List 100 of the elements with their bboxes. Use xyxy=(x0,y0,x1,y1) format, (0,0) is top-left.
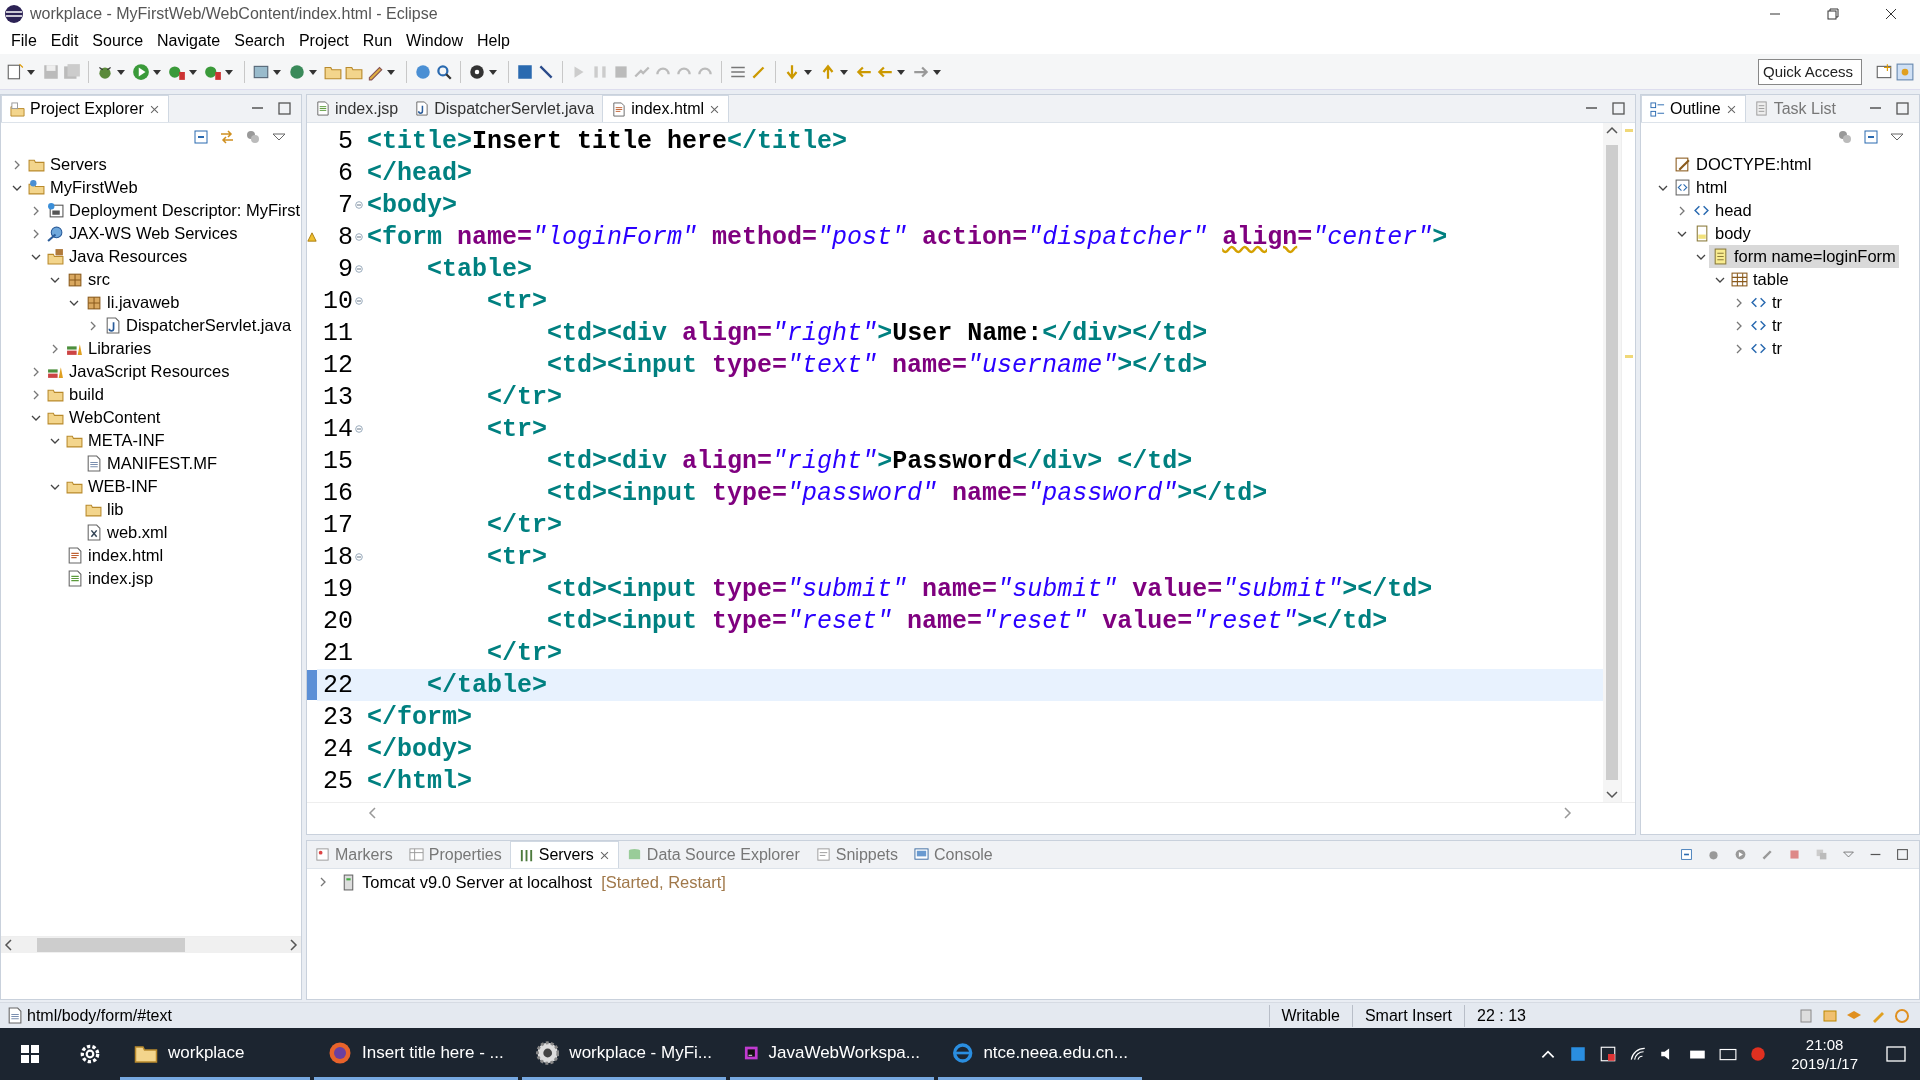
stop-icon[interactable] xyxy=(1788,848,1801,861)
caret-icon[interactable] xyxy=(804,67,812,76)
chevron-right-icon[interactable] xyxy=(1734,297,1744,308)
maximize-icon[interactable] xyxy=(1612,102,1625,115)
caret-icon[interactable] xyxy=(489,67,497,76)
taskbar-button[interactable]: JavaWebWorkspa... xyxy=(730,1028,934,1080)
scrollbar-thumb[interactable] xyxy=(37,938,185,952)
chevron-right-icon[interactable] xyxy=(318,877,328,887)
tree-item[interactable]: lib xyxy=(82,498,127,521)
new-class-icon[interactable] xyxy=(288,62,306,81)
maximize-icon[interactable] xyxy=(278,102,291,115)
profile-icon[interactable] xyxy=(1761,848,1774,861)
taskbar-button[interactable]: Insert title here - ... xyxy=(314,1028,518,1080)
quick-access-field[interactable]: Quick Access xyxy=(1758,58,1862,85)
security-icon[interactable] xyxy=(1599,1045,1618,1063)
wifi-icon[interactable] xyxy=(1629,1045,1648,1063)
view-tab[interactable]: Outline xyxy=(1641,95,1746,122)
chevron-right-icon[interactable] xyxy=(31,205,41,216)
menu-item[interactable]: Project xyxy=(291,32,356,50)
view-tab[interactable]: Properties xyxy=(400,841,510,868)
chevron-right-icon[interactable] xyxy=(12,159,22,170)
windows-start-icon[interactable] xyxy=(20,1044,40,1064)
tree-item[interactable]: tr xyxy=(1747,291,1786,314)
collapse-all-icon[interactable] xyxy=(1863,129,1879,145)
caret-icon[interactable] xyxy=(273,67,281,76)
chevron-right-icon[interactable] xyxy=(1677,205,1687,216)
menu-item[interactable]: Window xyxy=(399,32,470,50)
menu-item[interactable]: Search xyxy=(227,32,292,50)
tree-item[interactable]: html xyxy=(1671,176,1731,199)
editor-tab[interactable]: DispatcherServlet.java xyxy=(406,95,603,122)
tree-item[interactable]: MyFirstWeb xyxy=(25,176,141,199)
menu-item[interactable]: Source xyxy=(85,32,151,50)
menu-item[interactable]: Run xyxy=(355,32,400,50)
view-tab[interactable]: Snippets xyxy=(807,841,907,868)
tree-item[interactable]: JavaScript Resources xyxy=(44,360,233,383)
server-item[interactable]: Tomcat v9.0 Server at localhost xyxy=(337,870,596,894)
settings-icon[interactable] xyxy=(79,1043,101,1065)
filter-icon[interactable] xyxy=(245,129,261,145)
maximize-icon[interactable] xyxy=(1896,102,1909,115)
notification-icon[interactable] xyxy=(1886,1045,1906,1063)
taskbar-button[interactable]: workplace - MyFi... xyxy=(522,1028,726,1080)
editor-tab[interactable]: index.html xyxy=(602,95,730,122)
tree-item[interactable]: JAX-WS Web Services xyxy=(44,222,241,245)
caret-icon[interactable] xyxy=(225,67,233,76)
menu-item[interactable]: File xyxy=(4,32,44,50)
caret-icon[interactable] xyxy=(309,67,317,76)
caret-icon[interactable] xyxy=(897,67,905,76)
view-tab[interactable]: Data Source Explorer xyxy=(618,841,808,868)
filter-icon[interactable] xyxy=(1837,129,1853,145)
chevron-right-icon[interactable] xyxy=(1734,343,1744,354)
new-icon[interactable] xyxy=(6,62,24,81)
caret-icon[interactable] xyxy=(840,67,848,76)
tree-item[interactable]: MANIFEST.MF xyxy=(82,452,220,475)
search-icon[interactable] xyxy=(435,62,453,81)
tree-item[interactable]: form name=loginForm xyxy=(1709,245,1899,268)
caret-icon[interactable] xyxy=(933,67,941,76)
tree-item[interactable]: body xyxy=(1690,222,1754,245)
tree-item[interactable]: head xyxy=(1690,199,1755,222)
start-icon[interactable] xyxy=(1734,848,1747,861)
view-tab[interactable]: Console xyxy=(906,841,1001,868)
collapse-all-icon[interactable] xyxy=(1680,848,1693,861)
caret-icon[interactable] xyxy=(117,67,125,76)
maximize-icon[interactable] xyxy=(1896,848,1909,861)
tree-item[interactable]: Libraries xyxy=(63,337,155,360)
caret-icon[interactable] xyxy=(27,67,35,76)
caret-icon[interactable] xyxy=(387,67,395,76)
view-tab[interactable]: Task List xyxy=(1745,95,1844,122)
tree-item[interactable]: META-INF xyxy=(63,429,168,452)
caret-icon[interactable] xyxy=(153,67,161,76)
tree-item[interactable]: web.xml xyxy=(82,521,171,544)
caret-icon[interactable] xyxy=(189,67,197,76)
shield-icon[interactable] xyxy=(1569,1045,1588,1063)
scrollbar-thumb[interactable] xyxy=(1606,145,1618,780)
tree-item[interactable]: DispatcherServlet.java xyxy=(101,314,295,337)
tree-item[interactable]: index.jsp xyxy=(63,567,157,590)
menu-item[interactable]: Navigate xyxy=(150,32,228,50)
console-icon[interactable] xyxy=(516,62,534,81)
tree-item[interactable]: Java Resources xyxy=(44,245,191,268)
view-tab[interactable]: Servers xyxy=(509,841,619,868)
restore-icon[interactable] xyxy=(1827,8,1839,20)
open-perspective-icon[interactable] xyxy=(1875,62,1893,81)
tree-item[interactable]: src xyxy=(63,268,113,291)
chevron-right-icon[interactable] xyxy=(31,228,41,239)
tree-item[interactable]: Servers xyxy=(25,153,110,176)
perspective-icon[interactable] xyxy=(1896,62,1914,81)
target-icon[interactable] xyxy=(468,62,486,81)
tree-item[interactable]: index.html xyxy=(63,544,167,567)
tree-item[interactable]: WebContent xyxy=(44,406,164,429)
tree-item[interactable]: Deployment Descriptor: MyFirst xyxy=(44,199,301,222)
chevron-right-icon[interactable] xyxy=(88,320,98,331)
link-icon[interactable] xyxy=(219,129,235,145)
tree-item[interactable]: table xyxy=(1728,268,1792,291)
taskbar-button[interactable]: workplace xyxy=(120,1028,310,1080)
app-icon[interactable] xyxy=(1749,1045,1768,1063)
taskbar-button[interactable]: ntce.neea.edu.cn... xyxy=(938,1028,1142,1080)
close-icon[interactable] xyxy=(1885,8,1897,20)
tree-item[interactable]: tr xyxy=(1747,337,1786,360)
chevron-right-icon[interactable] xyxy=(50,343,60,354)
tree-item[interactable]: DOCTYPE:html xyxy=(1671,153,1815,176)
tree-item[interactable]: WEB-INF xyxy=(63,475,161,498)
